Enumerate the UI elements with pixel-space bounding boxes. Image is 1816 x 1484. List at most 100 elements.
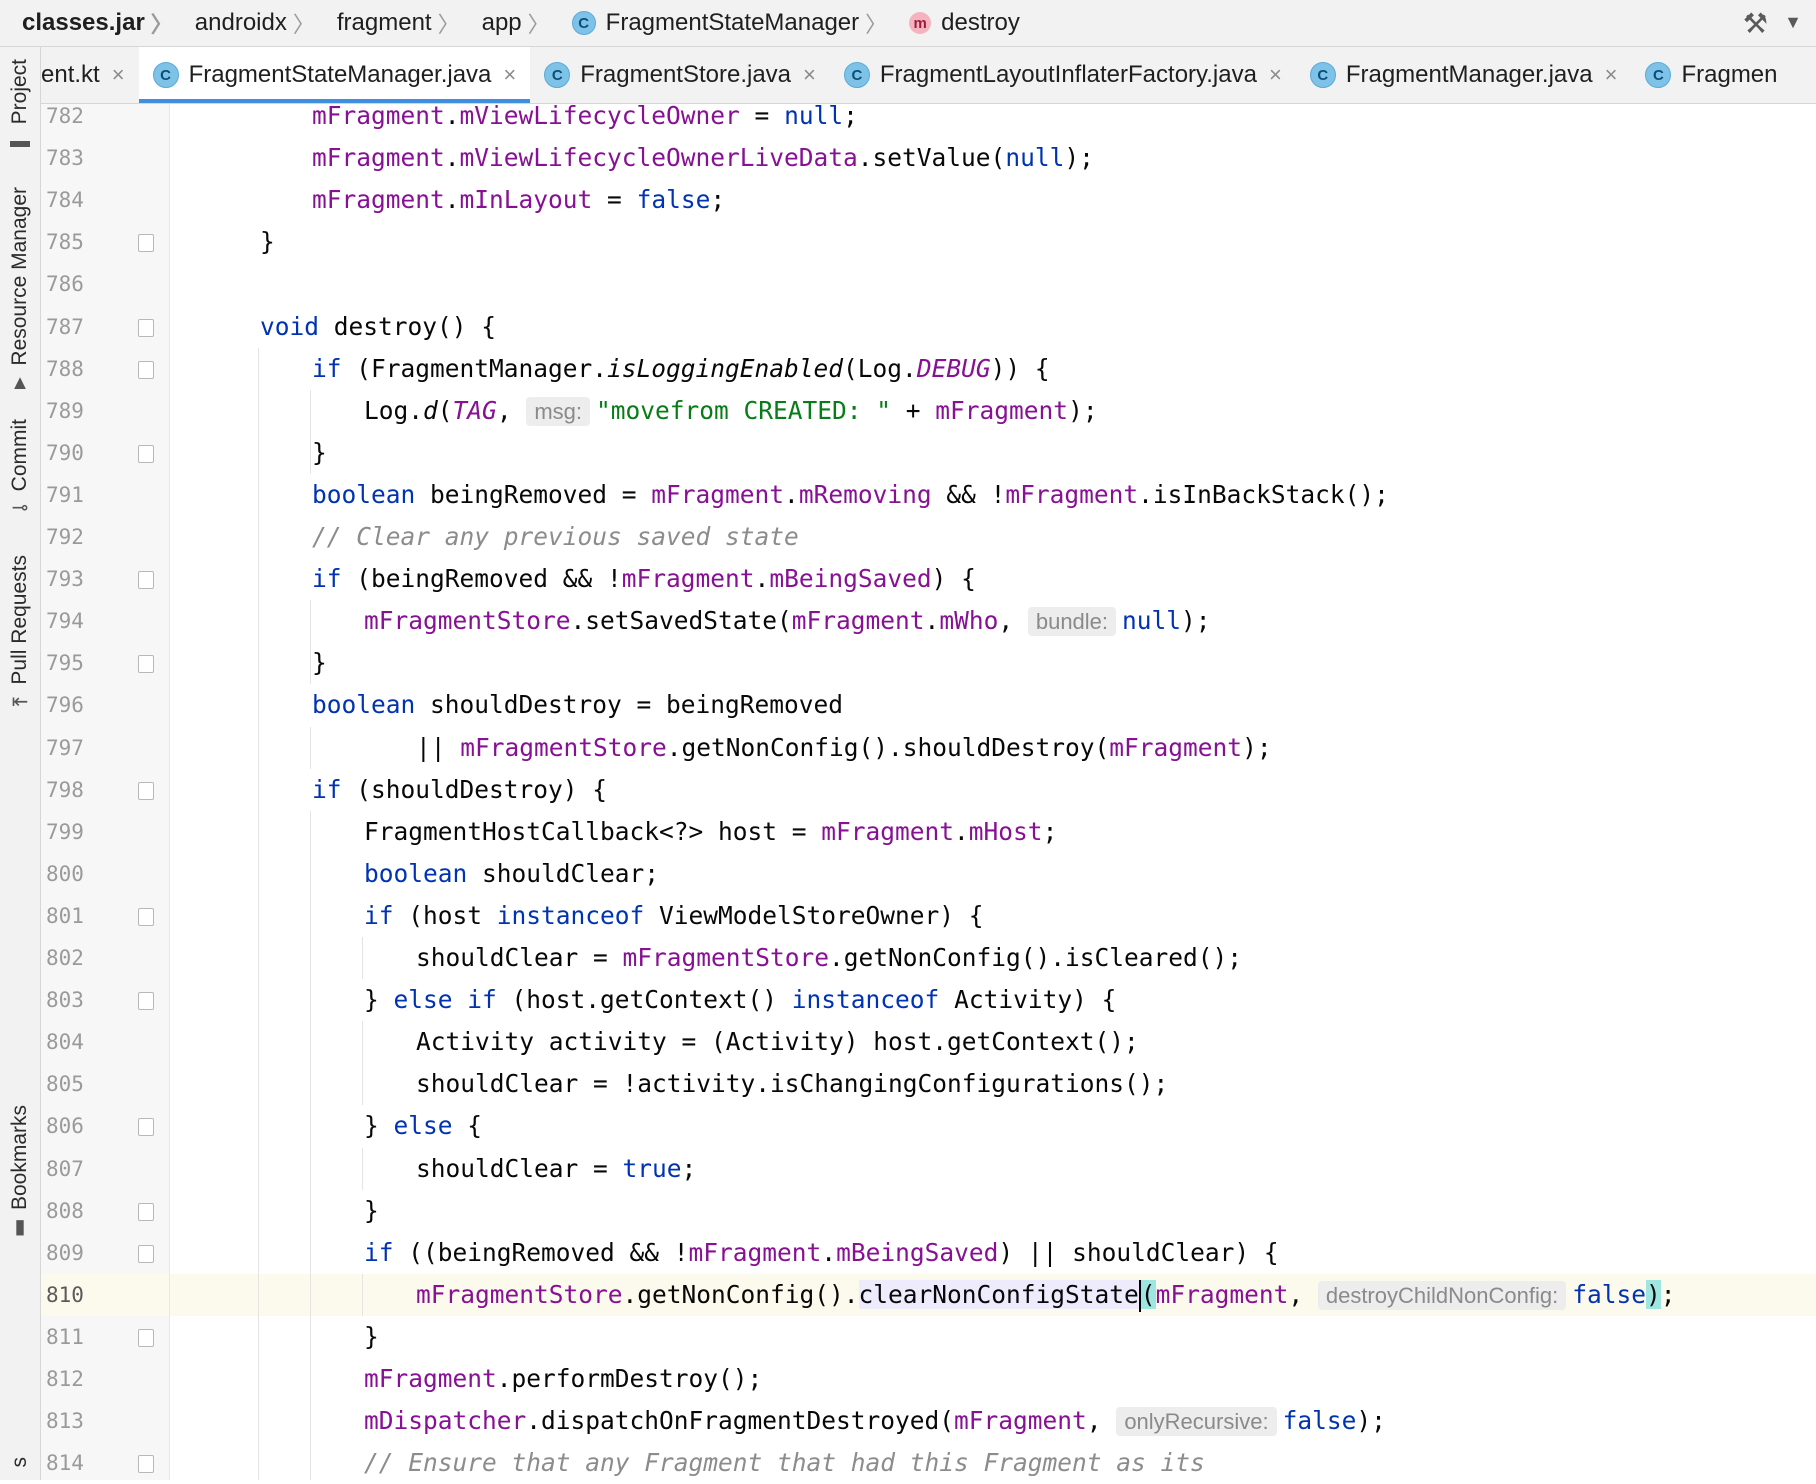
line-number: 799 xyxy=(46,819,84,844)
code-line[interactable]: void destroy() { xyxy=(170,306,1816,348)
hammer-icon[interactable]: ⚒ xyxy=(1743,7,1768,40)
code-line[interactable]: Log.d(TAG, msg: "movefrom CREATED: " + mF… xyxy=(170,390,1816,432)
fold-marker-icon[interactable] xyxy=(138,360,154,379)
fold-marker-icon[interactable] xyxy=(138,907,154,926)
breadcrumb-item-method[interactable]: m destroy xyxy=(909,9,1020,37)
breadcrumb: classes.jar 〉 androidx 〉 fragment 〉 app 〉 CF… xyxy=(0,0,1816,47)
breadcrumb-item-package[interactable]: androidx 〉 xyxy=(195,7,315,39)
line-number: 793 xyxy=(46,567,84,592)
fold-marker-icon[interactable] xyxy=(138,444,154,463)
fold-marker-icon[interactable] xyxy=(138,234,154,253)
tab-label: Fragmen xyxy=(1681,61,1778,88)
indent-guide xyxy=(310,810,311,1480)
code-line[interactable]: mFragmentStore.getNonConfig().clearNonCo… xyxy=(170,1273,1816,1316)
commit-icon: ⊸ xyxy=(11,497,29,520)
tab-fragment-state-manager[interactable]: C FragmentStateManager.java × xyxy=(138,47,531,103)
breadcrumb-item-package[interactable]: app 〉 xyxy=(482,7,550,39)
fold-marker-icon[interactable] xyxy=(138,992,154,1011)
tool-label: Commit xyxy=(8,419,31,492)
fold-marker-icon[interactable] xyxy=(138,318,154,337)
line-number: 808 xyxy=(46,1198,84,1223)
tool-project[interactable]: Project ▬ xyxy=(0,59,40,152)
fold-marker-icon[interactable] xyxy=(138,1118,154,1137)
code-line[interactable]: FragmentHostCallback<?> host = mFragment… xyxy=(170,811,1816,853)
code-line[interactable]: } xyxy=(170,1190,1816,1232)
code-line[interactable]: } xyxy=(170,642,1816,684)
code-line[interactable]: shouldClear = !activity.isChangingConfig… xyxy=(170,1063,1816,1105)
code-line[interactable]: shouldClear = true; xyxy=(170,1148,1816,1190)
chevron-down-icon[interactable]: ▼ xyxy=(1784,12,1802,33)
class-icon: C xyxy=(1645,62,1672,88)
code-line[interactable]: } else { xyxy=(170,1105,1816,1147)
code-line[interactable]: mFragment.mViewLifecycleOwner = null; xyxy=(170,104,1816,137)
line-number: 805 xyxy=(46,1072,84,1097)
fold-marker-icon[interactable] xyxy=(138,1202,154,1221)
close-icon[interactable]: × xyxy=(503,62,516,88)
code-line[interactable]: if (beingRemoved && !mFragment.mBeingSav… xyxy=(170,558,1816,600)
line-number: 812 xyxy=(46,1367,84,1391)
chevron-right-icon: 〉 xyxy=(292,12,315,37)
breadcrumb-item-class[interactable]: C FragmentStateManager 〉 xyxy=(571,7,887,39)
indent-guide xyxy=(258,347,259,1480)
tab-fragment-layout-inflater-factory[interactable]: C FragmentLayoutInflaterFactory.java × xyxy=(830,47,1296,103)
code-line[interactable]: } xyxy=(170,221,1816,263)
line-number: 785 xyxy=(46,230,84,255)
line-number: 798 xyxy=(46,777,84,802)
code-line[interactable]: // Ensure that any Fragment that had thi… xyxy=(170,1442,1816,1480)
code-line[interactable]: boolean beingRemoved = mFragment.mRemovi… xyxy=(170,474,1816,516)
breadcrumb-label: fragment xyxy=(336,9,432,36)
editor-tabs: ent.kt × C FragmentStateManager.java × C… xyxy=(41,47,1816,104)
tab-fragment-store[interactable]: C FragmentStore.java × xyxy=(530,47,830,103)
close-icon[interactable]: × xyxy=(1269,62,1282,88)
code-line[interactable]: Activity activity = (Activity) host.getC… xyxy=(170,1021,1816,1063)
code-line[interactable]: mFragment.mViewLifecycleOwnerLiveData.se… xyxy=(170,137,1816,179)
code-line[interactable]: mFragment.mInLayout = false; xyxy=(170,179,1816,221)
code-line[interactable]: } else if (host.getContext() instanceof … xyxy=(170,979,1816,1021)
code-editor[interactable]: mFragment.mViewLifecycleOwner = null; mFr… xyxy=(170,104,1816,1480)
close-icon[interactable]: × xyxy=(1605,62,1618,88)
breadcrumb-label: androidx xyxy=(194,9,287,36)
fold-marker-icon[interactable] xyxy=(138,1328,154,1347)
tool-resource-manager[interactable]: Resource Manager ▲ xyxy=(0,187,40,394)
fold-marker-icon[interactable] xyxy=(138,1244,154,1263)
fold-marker-icon[interactable] xyxy=(138,1455,154,1474)
fold-marker-icon[interactable] xyxy=(138,571,154,590)
tool-bookmarks[interactable]: Bookmarks ▮ xyxy=(0,1105,40,1238)
tab-fragment-manager[interactable]: C FragmentManager.java × xyxy=(1296,47,1632,103)
code-line[interactable]: if ((beingRemoved && !mFragment.mBeingSa… xyxy=(170,1232,1816,1274)
line-number: 811 xyxy=(46,1324,84,1349)
line-number: 796 xyxy=(46,693,84,718)
code-line[interactable]: boolean shouldDestroy = beingRemoved xyxy=(170,684,1816,726)
tab-label: FragmentStore.java xyxy=(580,61,792,88)
code-line[interactable]: boolean shouldClear; xyxy=(170,853,1816,895)
breadcrumb-item-package[interactable]: fragment 〉 xyxy=(337,7,460,39)
code-line[interactable] xyxy=(170,263,1816,305)
code-line[interactable]: if (shouldDestroy) { xyxy=(170,769,1816,811)
chevron-right-icon: 〉 xyxy=(437,12,460,37)
fold-marker-icon[interactable] xyxy=(138,655,154,674)
code-line[interactable]: } xyxy=(170,1316,1816,1358)
code-line[interactable]: mFragment.performDestroy(); xyxy=(170,1358,1816,1400)
tool-pull-requests[interactable]: Pull Requests ⇤ xyxy=(0,555,40,713)
tab-fragment[interactable]: C Fragmen xyxy=(1631,47,1791,103)
line-number: 803 xyxy=(46,988,84,1013)
code-line[interactable]: mFragmentStore.setSavedState(mFragment.m… xyxy=(170,600,1816,642)
chevron-right-icon: 〉 xyxy=(150,12,173,37)
breadcrumb-item-jar[interactable]: classes.jar 〉 xyxy=(22,7,173,39)
close-icon[interactable]: × xyxy=(112,62,125,88)
fold-marker-icon[interactable] xyxy=(138,781,154,800)
code-line[interactable]: if (FragmentManager.isLoggingEnabled(Log… xyxy=(170,348,1816,390)
code-line[interactable]: shouldClear = mFragmentStore.getNonConfi… xyxy=(170,937,1816,979)
code-line[interactable]: || mFragmentStore.getNonConfig().shouldD… xyxy=(170,727,1816,769)
line-number: 783 xyxy=(46,146,84,171)
tool-structure[interactable]: s xyxy=(0,1457,40,1468)
code-line[interactable]: if (host instanceof ViewModelStoreOwner)… xyxy=(170,895,1816,937)
line-number: 800 xyxy=(46,861,84,886)
pull-request-icon: ⇤ xyxy=(11,690,29,713)
tool-commit[interactable]: Commit ⊸ xyxy=(0,419,40,519)
code-line[interactable]: // Clear any previous saved state xyxy=(170,516,1816,558)
close-icon[interactable]: × xyxy=(803,62,816,88)
tool-window-strip: Project ▬ Resource Manager ▲ Commit ⊸ Pu… xyxy=(0,47,41,1480)
code-line[interactable]: } xyxy=(170,432,1816,474)
code-line[interactable]: mDispatcher.dispatchOnFragmentDestroyed(… xyxy=(170,1400,1816,1442)
